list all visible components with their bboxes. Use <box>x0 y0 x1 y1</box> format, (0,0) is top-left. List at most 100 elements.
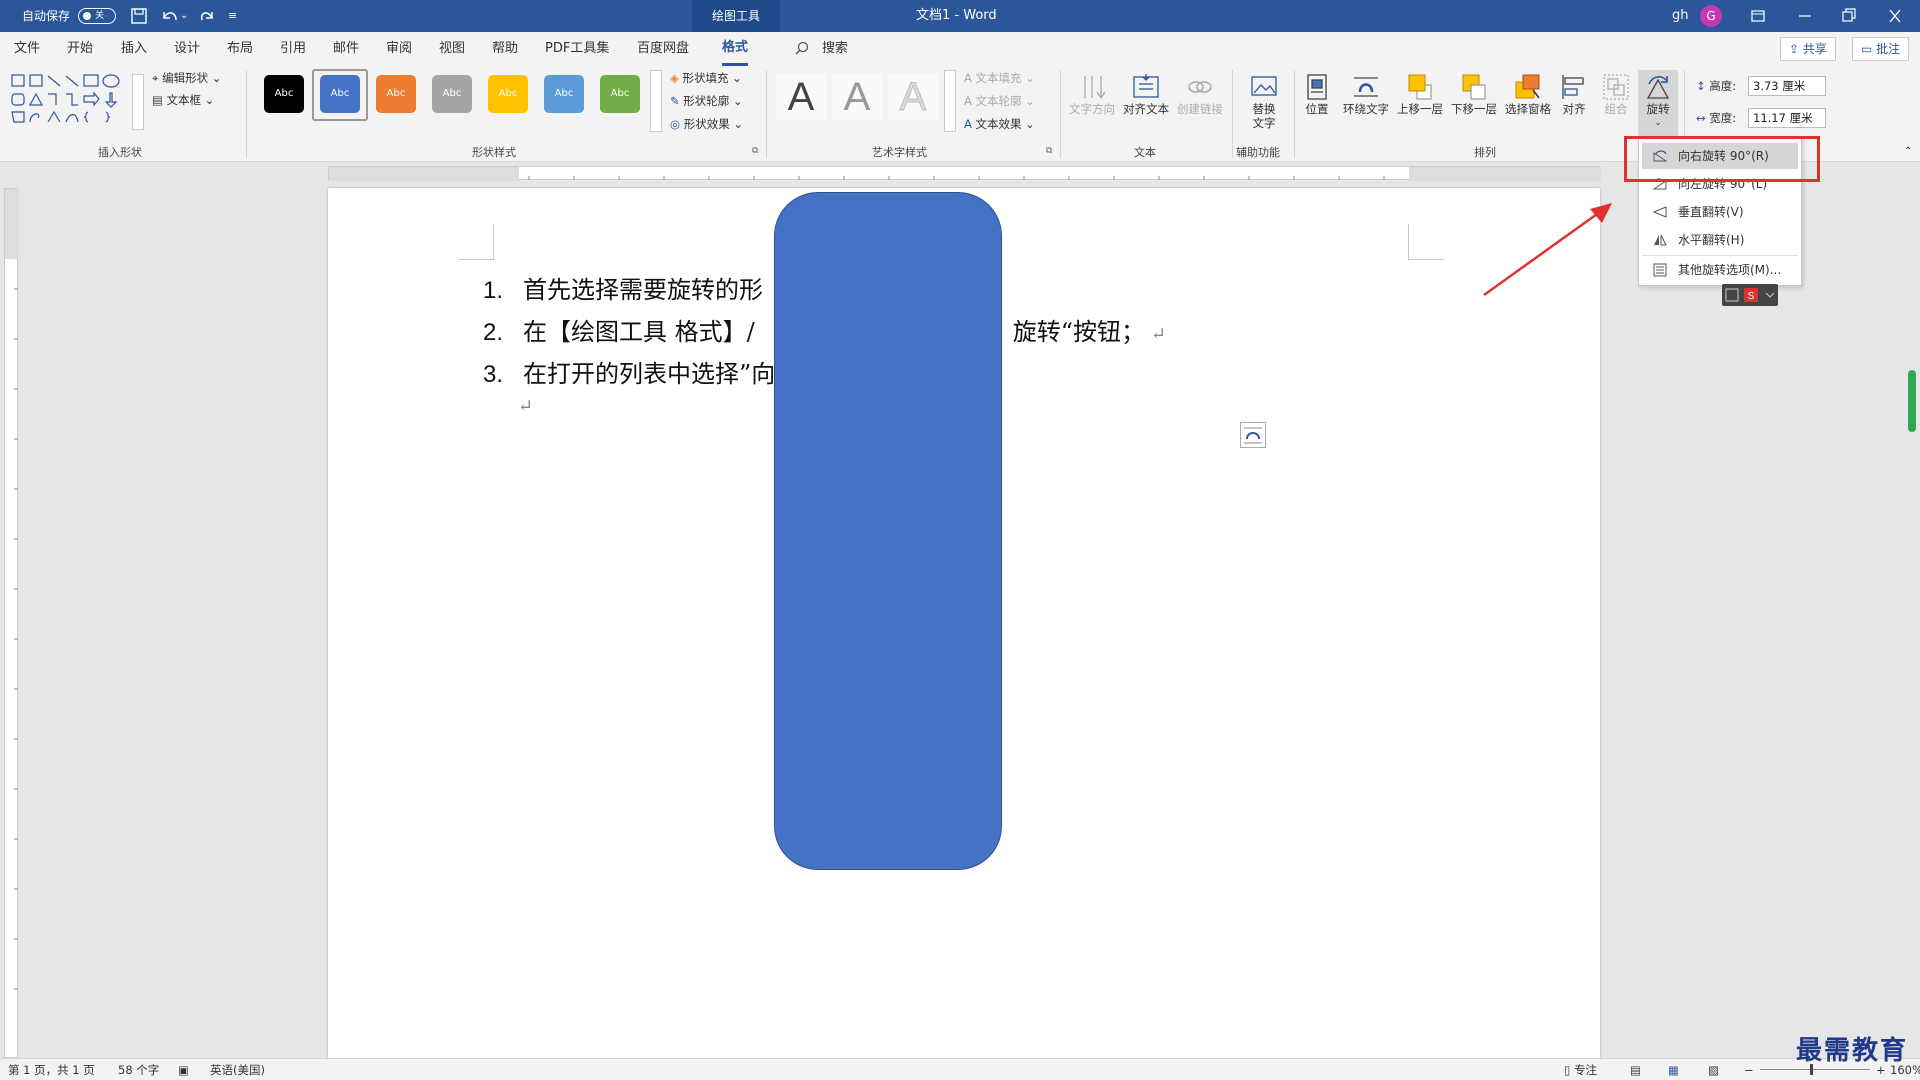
wordart-style[interactable]: A <box>776 74 826 120</box>
proofing-icon[interactable]: ▣ <box>178 1059 189 1080</box>
send-backward-button[interactable]: 下移一层 <box>1446 70 1502 142</box>
wrap-text-button[interactable]: 环绕文字 <box>1338 70 1394 142</box>
shape-style-swatch[interactable]: Abc <box>320 75 360 113</box>
customize-qat-icon[interactable]: ≡ <box>228 0 237 32</box>
alt-text-label-1: 替换 <box>1252 102 1276 116</box>
group-button[interactable]: 组合 <box>1598 70 1634 142</box>
shape-effects-button[interactable]: ◎ 形状效果 ⌄ <box>670 116 743 132</box>
search-icon[interactable] <box>795 32 809 66</box>
comments-button[interactable]: ▭ 批注 <box>1852 37 1910 61</box>
edit-shape-button[interactable]: ⌖ 编辑形状 ⌄ <box>152 70 221 86</box>
menu-item-flip-vertical[interactable]: 垂直翻转(V) <box>1642 199 1798 225</box>
undo-dropdown-icon[interactable]: ⌄ <box>180 0 188 32</box>
ime-toolbar[interactable]: S <box>1722 284 1778 306</box>
bring-forward-button[interactable]: 上移一层 <box>1392 70 1448 142</box>
create-link-button[interactable]: 创建链接 <box>1172 70 1228 142</box>
alt-text-icon <box>1251 76 1277 96</box>
zoom-out-icon[interactable]: − <box>1744 1059 1754 1080</box>
tab-insert[interactable]: 插入 <box>121 32 147 66</box>
shape-outline-button[interactable]: ✎ 形状轮廓 ⌄ <box>670 93 743 109</box>
selection-pane-button[interactable]: 选择窗格 <box>1500 70 1556 142</box>
width-input[interactable]: 11.17 厘米 <box>1748 108 1826 128</box>
menu-item-label: 垂直翻转(V) <box>1678 205 1744 219</box>
text-box-button[interactable]: ▤ 文本框 ⌄ <box>152 92 214 108</box>
rotate-button[interactable]: 旋转 ⌄ <box>1638 70 1678 146</box>
ribbon-display-icon[interactable] <box>1750 0 1766 32</box>
language[interactable]: 英语(美国) <box>210 1059 265 1080</box>
tab-design[interactable]: 设计 <box>174 32 200 66</box>
paragraph-mark: ↵ <box>1151 324 1167 345</box>
ribbon-tabs: 文件 开始 插入 设计 布局 引用 邮件 审阅 视图 帮助 PDF工具集 百度网… <box>0 32 1920 66</box>
tab-view[interactable]: 视图 <box>439 32 465 66</box>
shape-style-swatch[interactable]: Abc <box>600 75 640 113</box>
shape-style-swatch[interactable]: Abc <box>432 75 472 113</box>
tab-references[interactable]: 引用 <box>280 32 306 66</box>
shape-style-swatch[interactable]: Abc <box>376 75 416 113</box>
shape-gallery-more-icon[interactable] <box>132 74 144 130</box>
text-outline-button[interactable]: A 文本轮廓 ⌄ <box>964 93 1035 109</box>
wordart-style[interactable]: A <box>832 74 882 120</box>
tab-pdf-tools[interactable]: PDF工具集 <box>545 32 609 66</box>
wordart-style[interactable]: A <box>888 74 938 120</box>
text-effects-button[interactable]: A 文本效果 ⌄ <box>964 116 1035 132</box>
tab-format[interactable]: 格式 <box>722 32 749 66</box>
collapse-ribbon-icon[interactable]: ⌃ <box>1904 146 1912 157</box>
user-name[interactable]: gh <box>1672 0 1689 32</box>
zoom-slider[interactable] <box>1760 1069 1870 1070</box>
scrollbar-thumb[interactable] <box>1908 370 1916 432</box>
svg-text:S: S <box>1748 291 1755 302</box>
print-layout-icon[interactable]: ▦ <box>1668 1059 1679 1080</box>
tab-home[interactable]: 开始 <box>67 32 93 66</box>
vertical-ruler[interactable] <box>4 188 19 1058</box>
minimize-icon[interactable] <box>1798 0 1812 32</box>
height-input[interactable]: 3.73 厘米 <box>1748 76 1826 96</box>
undo-icon[interactable] <box>160 0 178 32</box>
tab-layout[interactable]: 布局 <box>227 32 253 66</box>
shape-gallery[interactable] <box>10 72 140 136</box>
group-label-wordart-styles: 艺术字样式 <box>872 146 927 159</box>
save-icon[interactable] <box>130 0 148 32</box>
align-text-button[interactable]: 对齐文本 <box>1118 70 1174 142</box>
rounded-rectangle-shape[interactable] <box>774 192 1002 870</box>
tab-file[interactable]: 文件 <box>14 32 40 66</box>
focus-mode-button[interactable]: ▯ 专注 <box>1564 1059 1597 1080</box>
shape-styles-more-icon[interactable] <box>650 70 662 132</box>
dialog-launcher-icon[interactable]: ⧉ <box>1046 146 1052 156</box>
redo-icon[interactable] <box>198 0 216 32</box>
align-button[interactable]: 对齐 <box>1556 70 1592 142</box>
group-icon <box>1603 74 1629 100</box>
tab-mailings[interactable]: 邮件 <box>333 32 359 66</box>
close-icon[interactable] <box>1888 0 1902 32</box>
shape-style-swatch[interactable]: Abc <box>264 75 304 113</box>
shape-style-swatch[interactable]: Abc <box>488 75 528 113</box>
position-button[interactable]: 位置 <box>1290 70 1344 142</box>
menu-item-more-rotation-options[interactable]: 其他旋转选项(M)... <box>1642 257 1798 283</box>
autosave-label: 自动保存 <box>22 9 71 23</box>
selection-pane-label: 选择窗格 <box>1505 102 1551 116</box>
web-layout-icon[interactable]: ▧ <box>1708 1059 1719 1080</box>
tab-baidu-netdisk[interactable]: 百度网盘 <box>637 32 689 66</box>
text-fill-button[interactable]: A 文本填充 ⌄ <box>964 70 1035 86</box>
shape-style-swatch[interactable]: Abc <box>544 75 584 113</box>
text-direction-button[interactable]: 文字方向 <box>1064 70 1120 142</box>
word-count[interactable]: 58 个字 <box>118 1059 159 1080</box>
layout-options-icon[interactable] <box>1240 422 1266 448</box>
horizontal-ruler[interactable] <box>328 166 1601 181</box>
share-button[interactable]: ⇪ 共享 <box>1780 37 1836 61</box>
width-text: 宽度: <box>1709 111 1737 125</box>
dialog-launcher-icon[interactable]: ⧉ <box>752 146 758 156</box>
edit-shape-label: 编辑形状 <box>162 71 209 85</box>
tab-review[interactable]: 审阅 <box>386 32 412 66</box>
align-text-label: 对齐文本 <box>1123 102 1169 116</box>
menu-item-flip-horizontal[interactable]: 水平翻转(H) <box>1642 227 1798 253</box>
autosave-toggle[interactable]: 关 <box>78 8 116 24</box>
avatar[interactable]: G <box>1700 5 1722 27</box>
alt-text-button[interactable]: 替换 文字 <box>1236 70 1292 142</box>
page-count[interactable]: 第 1 页，共 1 页 <box>8 1059 95 1080</box>
shape-fill-button[interactable]: ◈ 形状填充 ⌄ <box>670 70 742 86</box>
tab-help[interactable]: 帮助 <box>492 32 518 66</box>
wordart-more-icon[interactable] <box>944 70 956 132</box>
search-box[interactable]: 搜索 <box>822 32 848 66</box>
read-mode-icon[interactable]: ▤ <box>1630 1059 1641 1080</box>
restore-icon[interactable] <box>1842 0 1856 32</box>
